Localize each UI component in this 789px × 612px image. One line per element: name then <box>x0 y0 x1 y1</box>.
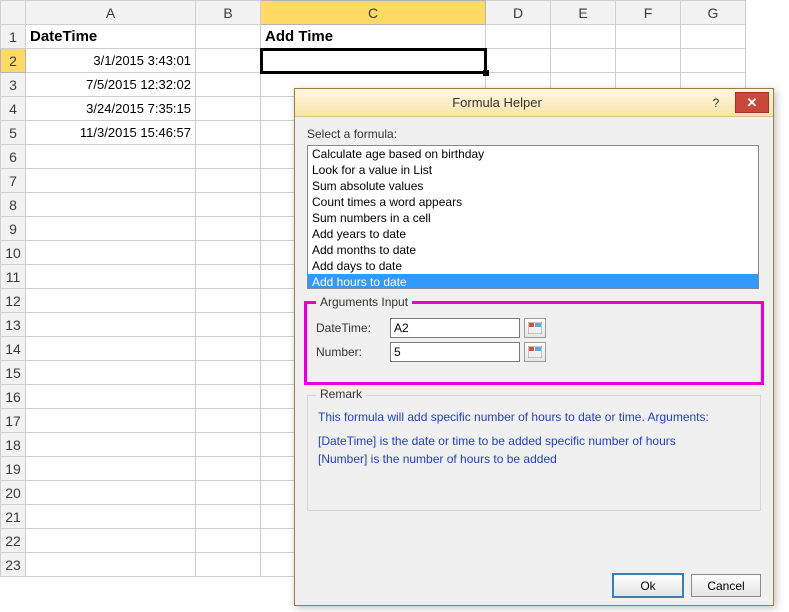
formula-item[interactable]: Calculate age based on birthday <box>308 146 758 162</box>
col-header-E[interactable]: E <box>551 1 616 25</box>
cell-B2[interactable] <box>196 49 261 73</box>
row-header-20[interactable]: 20 <box>1 481 26 505</box>
row-header-19[interactable]: 19 <box>1 457 26 481</box>
col-header-D[interactable]: D <box>486 1 551 25</box>
help-button[interactable]: ? <box>699 92 733 113</box>
datetime-label: DateTime: <box>316 321 390 335</box>
range-selector-icon <box>528 322 542 334</box>
row-header-1[interactable]: 1 <box>1 25 26 49</box>
row-header-2[interactable]: 2 <box>1 49 26 73</box>
dialog-title: Formula Helper <box>295 95 699 110</box>
row-header-4[interactable]: 4 <box>1 97 26 121</box>
row-header-23[interactable]: 23 <box>1 553 26 577</box>
remark-line2: [DateTime] is the date or time to be add… <box>318 434 750 448</box>
row-header-11[interactable]: 11 <box>1 265 26 289</box>
number-range-selector-button[interactable] <box>524 342 546 362</box>
row-header-6[interactable]: 6 <box>1 145 26 169</box>
col-header-G[interactable]: G <box>681 1 746 25</box>
remark-line1: This formula will add specific number of… <box>318 410 750 424</box>
row-header-14[interactable]: 14 <box>1 337 26 361</box>
select-formula-label: Select a formula: <box>307 127 761 141</box>
formula-item[interactable]: Add years to date <box>308 226 758 242</box>
remark-legend: Remark <box>316 387 366 401</box>
cell-A4[interactable]: 3/24/2015 7:35:15 <box>26 97 196 121</box>
row-header-18[interactable]: 18 <box>1 433 26 457</box>
cell-C1[interactable]: Add Time <box>261 25 486 49</box>
number-label: Number: <box>316 345 390 359</box>
row-header-9[interactable]: 9 <box>1 217 26 241</box>
formula-item[interactable]: Count times a word appears <box>308 194 758 210</box>
row-header-3[interactable]: 3 <box>1 73 26 97</box>
cell-D1[interactable] <box>486 25 551 49</box>
cell-G1[interactable] <box>681 25 746 49</box>
range-selector-icon <box>528 346 542 358</box>
cell-C2-active[interactable] <box>261 49 486 73</box>
ok-button[interactable]: Ok <box>613 574 683 597</box>
remark-line3: [Number] is the number of hours to be ad… <box>318 452 750 466</box>
row-header-10[interactable]: 10 <box>1 241 26 265</box>
cell-B3[interactable] <box>196 73 261 97</box>
cell-G2[interactable] <box>681 49 746 73</box>
fill-handle[interactable] <box>483 70 489 76</box>
row-header-22[interactable]: 22 <box>1 529 26 553</box>
formula-item[interactable]: Add months to date <box>308 242 758 258</box>
formula-item[interactable]: Look for a value in List <box>308 162 758 178</box>
cancel-button[interactable]: Cancel <box>691 574 761 597</box>
cell-A5[interactable]: 11/3/2015 15:46:57 <box>26 121 196 145</box>
col-header-F[interactable]: F <box>616 1 681 25</box>
cell-E1[interactable] <box>551 25 616 49</box>
row-header-21[interactable]: 21 <box>1 505 26 529</box>
cell-F1[interactable] <box>616 25 681 49</box>
row-header-8[interactable]: 8 <box>1 193 26 217</box>
formula-helper-dialog: Formula Helper ? ✕ Select a formula: Cal… <box>294 88 774 606</box>
number-input[interactable] <box>390 342 520 362</box>
remark-fieldset: Remark This formula will add specific nu… <box>307 395 761 511</box>
arguments-legend: Arguments Input <box>316 295 412 309</box>
cell-F2[interactable] <box>616 49 681 73</box>
col-header-B[interactable]: B <box>196 1 261 25</box>
arguments-fieldset: Arguments Input DateTime: Number: <box>307 303 761 383</box>
cell-B5[interactable] <box>196 121 261 145</box>
row-header-16[interactable]: 16 <box>1 385 26 409</box>
col-header-A[interactable]: A <box>26 1 196 25</box>
cell-B4[interactable] <box>196 97 261 121</box>
select-all-corner[interactable] <box>1 1 26 25</box>
col-header-C[interactable]: C <box>261 1 486 25</box>
cell-B1[interactable] <box>196 25 261 49</box>
formula-item[interactable]: Sum numbers in a cell <box>308 210 758 226</box>
row-header-17[interactable]: 17 <box>1 409 26 433</box>
formula-item[interactable]: Sum absolute values <box>308 178 758 194</box>
formula-item[interactable]: Add days to date <box>308 258 758 274</box>
cell-A1[interactable]: DateTime <box>26 25 196 49</box>
cell-A3[interactable]: 7/5/2015 12:32:02 <box>26 73 196 97</box>
row-header-15[interactable]: 15 <box>1 361 26 385</box>
cell-A2[interactable]: 3/1/2015 3:43:01 <box>26 49 196 73</box>
formula-item[interactable]: Add hours to date <box>308 274 758 289</box>
row-header-5[interactable]: 5 <box>1 121 26 145</box>
dialog-titlebar[interactable]: Formula Helper ? ✕ <box>295 89 773 117</box>
datetime-input[interactable] <box>390 318 520 338</box>
cell-E2[interactable] <box>551 49 616 73</box>
cell-D2[interactable] <box>486 49 551 73</box>
datetime-range-selector-button[interactable] <box>524 318 546 338</box>
close-button[interactable]: ✕ <box>735 92 769 113</box>
row-header-7[interactable]: 7 <box>1 169 26 193</box>
row-header-13[interactable]: 13 <box>1 313 26 337</box>
formula-listbox[interactable]: Calculate age based on birthdayLook for … <box>307 145 759 289</box>
row-header-12[interactable]: 12 <box>1 289 26 313</box>
